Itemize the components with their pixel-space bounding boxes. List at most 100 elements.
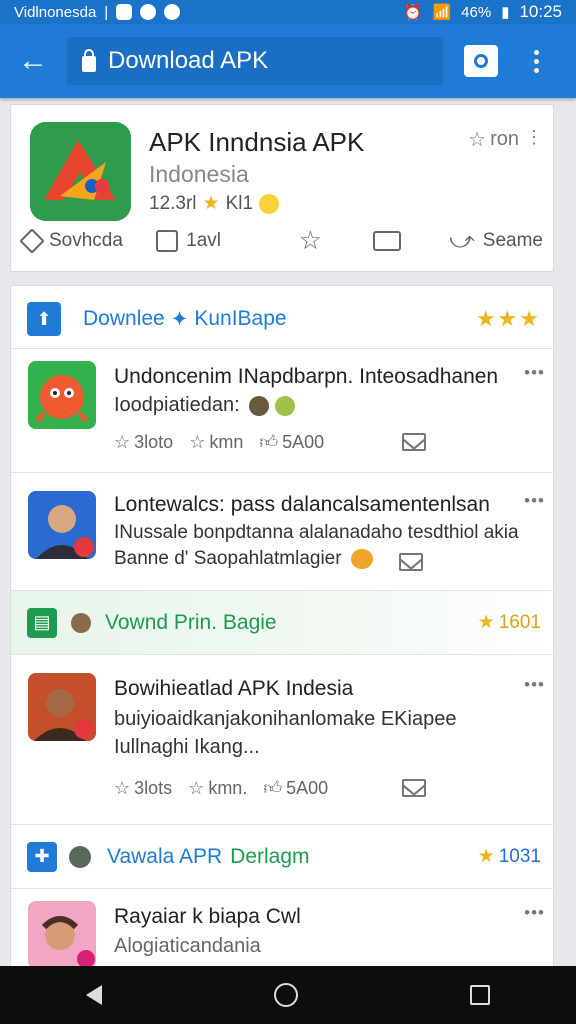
notification-icon (116, 4, 133, 20)
list-item[interactable]: Bowihieatlad APK Indesia buiyioaidkanjak… (11, 654, 553, 820)
section-title: Vownd Prin. Bagie (105, 610, 277, 634)
star-count: 3loto (134, 431, 174, 452)
app-more-button[interactable]: ⋮ (525, 127, 543, 148)
app-size: 12.3rl (149, 192, 197, 214)
home-action[interactable]: Sovhcda (19, 227, 142, 254)
list-item[interactable]: Lontewalcs: pass dalancalsamentenlsan IN… (11, 472, 553, 588)
star-outline-icon: ☆ (189, 431, 206, 452)
star-outline-icon: ☆ (114, 431, 131, 452)
comment-action[interactable]: ☆ kmn. (188, 778, 247, 799)
home-icon (19, 227, 45, 254)
app-title: APK Inndnsia APK (149, 127, 365, 157)
item-text-value: Ioodpiatiedan: (114, 394, 240, 416)
item-thumbnail (28, 361, 96, 429)
list-item[interactable]: Rayaiar k biapa Cwl Alogiaticandania ••• (11, 888, 553, 966)
star-count: 3lots (134, 777, 173, 798)
item-text: Banne d' Saopahlatmlagier (114, 546, 373, 572)
list-item[interactable]: Undoncenim INapdbarpn. Inteosadhanen Ioo… (11, 348, 553, 472)
top-toolbar: ← Download APK (0, 24, 576, 98)
calendar-action-label: 1avl (186, 229, 222, 251)
camera-icon (474, 54, 488, 68)
sparkle-icon: ✦ (170, 307, 189, 331)
item-actions: ☆ 3loto ☆ kmn 👍︎ 5A00 (114, 431, 534, 453)
item-title: Rayaiar k biapa Cwl (114, 905, 301, 928)
mail-icon[interactable] (402, 433, 426, 451)
item-text: buiyioaidkanjakonihanlomake EKiapee (114, 708, 457, 730)
mail-icon[interactable] (399, 553, 423, 571)
section-header[interactable]: ▤ Vownd Prin. Bagie ★ 1601 (11, 590, 553, 654)
share-action-label: Seame (482, 229, 543, 251)
more-button[interactable]: ••• (524, 675, 545, 695)
feed-list: ⬆ Downlee ✦ KunIBape ★★★ Undoncenim INap… (10, 285, 554, 967)
like-count: 5A00 (282, 431, 325, 452)
star-action[interactable]: ☆ 3lots (114, 778, 172, 799)
chart-action[interactable] (372, 230, 449, 251)
home-nav-icon[interactable] (274, 983, 298, 1007)
app-logo[interactable] (30, 122, 131, 221)
star-icon: ★ (477, 612, 495, 633)
more-button[interactable]: ••• (524, 491, 545, 511)
system-nav-bar (0, 966, 576, 1024)
section-rating: ★ 1601 (478, 611, 553, 634)
like-action[interactable]: 👍︎ 5A00 (263, 777, 328, 799)
avatar (249, 395, 270, 416)
app-subtitle: Indonesia (149, 161, 249, 187)
calendar-action[interactable]: 1avl (156, 229, 299, 252)
mail-icon[interactable] (402, 779, 426, 797)
dot (534, 49, 539, 55)
like-action[interactable]: 👍︎ 5A00 (259, 431, 324, 453)
dot (534, 58, 539, 64)
rating-value: 1031 (498, 845, 541, 867)
emoji-icon (259, 193, 280, 214)
url-bar[interactable]: Download APK (66, 36, 444, 86)
wifi-icon: 📶 (432, 4, 452, 21)
camera-button[interactable] (464, 45, 498, 77)
more-button[interactable]: ••• (524, 903, 545, 923)
divider: | (104, 3, 109, 21)
item-title: Lontewalcs: pass dalancalsamentenlsan (114, 493, 490, 516)
rating-value: 1601 (498, 611, 541, 633)
back-nav-icon[interactable] (86, 985, 102, 1005)
lock-icon (82, 49, 96, 72)
star-action[interactable]: ☆ (299, 225, 373, 256)
share-action[interactable]: ⤻ Seame (449, 227, 543, 255)
item-title: Undoncenim INapdbarpn. Inteosadhanen (114, 365, 499, 388)
avatar (274, 395, 295, 416)
dot (534, 67, 539, 73)
url-text: Download APK (108, 47, 269, 74)
comment-action[interactable]: ☆ kmn (189, 432, 243, 453)
arrow-left-icon: ← (18, 44, 48, 77)
settings-icon (164, 4, 181, 20)
recents-nav-icon[interactable] (470, 985, 490, 1005)
section-rating: ★ 1031 (478, 845, 553, 868)
app-actions: Sovhcda 1avl ☆ ⤻ Seame (19, 225, 543, 256)
app-meta-b: Kl1 (225, 192, 254, 214)
item-title: Bowihieatlad APK Indesia (114, 677, 354, 700)
star-outline-icon: ☆ (188, 777, 205, 798)
share-icon: ⤻ (449, 226, 475, 254)
section-header[interactable]: ⬆ Downlee ✦ KunIBape ★★★ (11, 288, 553, 350)
section-rating: ★★★ (476, 306, 553, 332)
rating-stars: ★★★ (475, 306, 541, 331)
document-icon: ▤ (27, 607, 57, 638)
clock: 10:25 (519, 2, 562, 21)
star-action[interactable]: ☆ 3loto (114, 432, 173, 453)
thumbs-up-icon: 👍︎ (263, 778, 283, 798)
more-button[interactable]: ••• (524, 363, 545, 383)
item-text: Alogiaticandania (114, 935, 261, 957)
section-header[interactable]: ✚ Vawala APR Derlagm ★ 1031 (11, 824, 553, 888)
calendar-icon (156, 229, 179, 252)
favorite-button[interactable]: ☆ ron (468, 127, 519, 152)
item-text: Ioodpiatiedan: (114, 392, 295, 418)
comment-count: kmn (209, 431, 244, 452)
add-icon: ✚ (27, 841, 57, 872)
item-thumbnail (28, 491, 96, 559)
star-outline-icon: ☆ (468, 129, 487, 151)
download-icon: ⬆ (27, 302, 61, 336)
section-subtitle: KunIBape (194, 307, 287, 330)
avatar (71, 612, 91, 633)
back-button[interactable]: ← (0, 24, 66, 98)
item-text: INussale bonpdtanna alalanadaho tesdthio… (114, 522, 519, 543)
emoji-icon (350, 548, 373, 569)
overflow-menu-button[interactable] (534, 49, 539, 73)
